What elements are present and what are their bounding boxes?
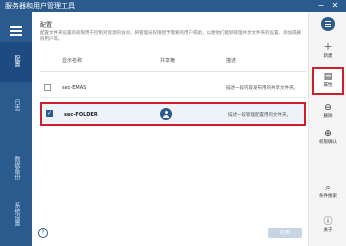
delete-icon: ⊖ bbox=[324, 103, 332, 113]
nav-item-config[interactable]: 配置 bbox=[0, 42, 32, 82]
table-row-selected[interactable]: ✓ sec-FOLDER 描述一段管理配置用的文件夹。 bbox=[40, 102, 306, 126]
folder-table: 显示名称 共享権 描述 sec-EMAS 描述一段内容发布用的共享文件夹。 ✓ … bbox=[40, 50, 306, 126]
delete-button[interactable]: ⊖ 删除 bbox=[312, 102, 344, 120]
table-header: 显示名称 共享権 描述 bbox=[40, 50, 306, 72]
permissions-button[interactable]: ⊕ 权限确认 bbox=[312, 128, 344, 146]
window-title: 服务器和用户管理工具 bbox=[5, 2, 75, 10]
column-header-description[interactable]: 描述 bbox=[226, 57, 236, 64]
help-icon[interactable]: ? bbox=[38, 228, 48, 238]
row-name: sec-EMAS bbox=[62, 85, 87, 91]
permissions-icon: ⊕ bbox=[324, 129, 332, 139]
nav-item-label: 日志 bbox=[13, 99, 20, 111]
main-content: 配置 配置文件夹设置的权限用于控制对资源的访问，将管理员权限授予需要的用户或组，… bbox=[32, 12, 308, 246]
menu-icon[interactable] bbox=[321, 17, 335, 31]
action-panel: ＋ 新建 ▤ 属性 ⊖ 删除 ⊕ 权限确认 ⌕ 条件搜索 ⓘ 关于 bbox=[308, 12, 346, 246]
action-label: 新建 bbox=[323, 54, 333, 59]
row-checkbox[interactable] bbox=[44, 84, 51, 91]
hamburger-menu-icon[interactable] bbox=[10, 26, 22, 36]
action-label: 删除 bbox=[323, 114, 333, 119]
info-icon: ⓘ bbox=[323, 217, 333, 227]
action-label: 条件搜索 bbox=[319, 194, 337, 199]
left-navigation: 配置 日志 数据备份 系统设置 bbox=[0, 12, 32, 246]
nav-item-label: 系统设置 bbox=[13, 202, 20, 226]
apply-button[interactable]: 应用 bbox=[268, 228, 302, 238]
properties-icon: ▤ bbox=[323, 72, 333, 82]
close-button[interactable]: ✕ bbox=[330, 1, 340, 11]
table-row[interactable]: sec-EMAS 描述一段内容发布用的共享文件夹。 bbox=[40, 78, 306, 98]
nav-item-system-settings[interactable]: 系统设置 bbox=[0, 198, 32, 238]
action-label: 权限确认 bbox=[319, 140, 337, 145]
column-header-admin[interactable]: 共享権 bbox=[160, 57, 175, 64]
nav-item-log[interactable]: 日志 bbox=[0, 88, 32, 128]
page-title: 配置 bbox=[40, 22, 53, 29]
user-admin-icon bbox=[160, 108, 172, 120]
search-icon: ⌕ bbox=[325, 183, 331, 193]
title-bar: 服务器和用户管理工具 − ✕ bbox=[0, 0, 346, 12]
row-description: 描述一段管理配置用的文件夹。 bbox=[228, 113, 291, 118]
column-header-name[interactable]: 显示名称 bbox=[62, 57, 82, 64]
row-name: sec-FOLDER bbox=[64, 112, 98, 118]
row-description: 描述一段内容发布用的共享文件夹。 bbox=[226, 86, 298, 91]
nav-item-backup[interactable]: 数据备份 bbox=[0, 148, 32, 188]
new-icon: ＋ bbox=[323, 43, 333, 53]
properties-button[interactable]: ▤ 属性 bbox=[312, 67, 344, 95]
nav-item-label: 配置 bbox=[13, 55, 20, 67]
about-button[interactable]: ⓘ 关于 bbox=[312, 216, 344, 234]
action-label: 关于 bbox=[323, 228, 333, 233]
search-button[interactable]: ⌕ 条件搜索 bbox=[312, 182, 344, 200]
nav-item-label: 数据备份 bbox=[13, 156, 20, 180]
row-checkbox[interactable]: ✓ bbox=[46, 110, 53, 117]
minimize-button[interactable]: − bbox=[316, 1, 326, 11]
new-button[interactable]: ＋ 新建 bbox=[312, 42, 344, 60]
action-label: 属性 bbox=[323, 83, 333, 88]
page-description: 配置文件夹设置的权限用于控制对资源的访问，将管理员权限授予需要的用户或组，以便他… bbox=[40, 31, 301, 42]
